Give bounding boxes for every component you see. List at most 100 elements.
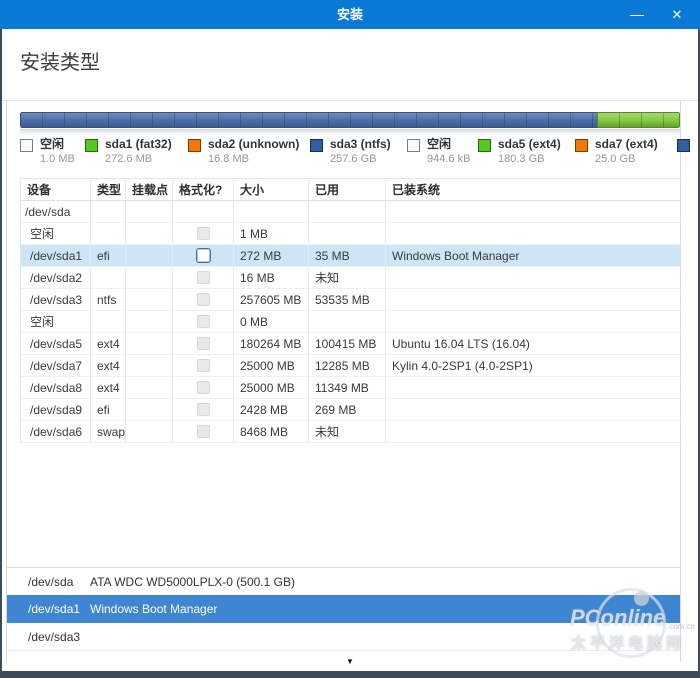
cell-format[interactable] [173, 267, 234, 288]
table-row[interactable]: /dev/sda2 16 MB 未知 [21, 267, 681, 289]
device-list-item[interactable]: /dev/sda3 [7, 623, 680, 651]
scroll-down-icon[interactable]: ▼ [0, 656, 700, 668]
cell-used: 35 MB [309, 245, 386, 266]
format-checkbox[interactable] [196, 359, 210, 372]
cell-mount [126, 355, 173, 376]
format-checkbox[interactable] [196, 271, 210, 284]
column-header-6[interactable]: 已装系统 [386, 179, 681, 200]
column-header-2[interactable]: 挂载点 [126, 179, 173, 200]
legend-name: sda7 (ext4) [595, 137, 658, 151]
format-checkbox[interactable] [196, 425, 210, 438]
cell-format[interactable] [173, 223, 234, 244]
cell-format[interactable] [173, 245, 234, 266]
format-checkbox[interactable] [196, 403, 210, 416]
cell-device: /dev/sda2 [21, 267, 91, 288]
legend-swatch-icon [85, 139, 98, 152]
cell-size: 1 MB [234, 223, 309, 244]
cell-device: /dev/sda7 [21, 355, 91, 376]
page-title: 安装类型 [20, 52, 100, 74]
window-border-bottom [0, 671, 700, 678]
cell-device: 空闲 [21, 311, 91, 332]
legend-size: 180.3 GB [498, 153, 545, 165]
table-row[interactable]: /dev/sda5 ext4 180264 MB 100415 MB Ubuntu 16… [21, 333, 681, 355]
legend-item-1: sda1 (fat32) 272.6 MB [85, 137, 172, 166]
legend-text: sda7 (ext4) 25.0 GB [595, 137, 658, 166]
cell-system [386, 399, 681, 420]
cell-used: 12285 MB [309, 355, 386, 376]
column-header-5[interactable]: 已用 [309, 179, 386, 200]
cell-type [91, 201, 126, 222]
cell-type [91, 311, 126, 332]
legend-item-6: sda7 (ext4) 25.0 GB [575, 137, 658, 166]
cell-format[interactable] [173, 311, 234, 332]
partition-table: 设备 类型 挂载点 格式化? 大小 已用 已装系统 /dev/sda 空闲 1 MB/dev/s… [20, 178, 681, 443]
legend-item-4: 空闲 944.6 kB [407, 137, 470, 166]
cell-format[interactable] [173, 289, 234, 310]
legend-swatch-icon [575, 139, 588, 152]
column-header-4[interactable]: 大小 [234, 179, 309, 200]
cell-mount [126, 311, 173, 332]
legend-item-0: 空闲 1.0 MB [20, 137, 75, 166]
format-checkbox[interactable] [195, 248, 211, 263]
window-border-left [0, 29, 2, 678]
format-checkbox[interactable] [196, 381, 210, 394]
column-header-3[interactable]: 格式化? [173, 179, 234, 200]
table-row[interactable]: /dev/sda [21, 201, 681, 223]
device-description: ATA WDC WD5000LPLX-0 (500.1 GB) [90, 574, 295, 589]
format-checkbox[interactable] [196, 227, 210, 240]
cell-device: 空闲 [21, 223, 91, 244]
format-checkbox[interactable] [196, 337, 210, 350]
table-row[interactable]: 空闲 1 MB [21, 223, 681, 245]
table-row[interactable]: 空闲 0 MB [21, 311, 681, 333]
table-row[interactable]: /dev/sda9 efi 2428 MB 269 MB [21, 399, 681, 421]
cell-format[interactable] [173, 421, 234, 442]
cell-system [386, 289, 681, 310]
cell-used: 未知 [309, 421, 386, 442]
cell-size: 180264 MB [234, 333, 309, 354]
cell-used: 269 MB [309, 399, 386, 420]
table-row[interactable]: /dev/sda3 ntfs 257605 MB 53535 MB [21, 289, 681, 311]
cell-system: Windows Boot Manager [392, 248, 520, 263]
cell-system [386, 421, 681, 442]
cell-system [386, 201, 681, 222]
partition-segment-right-green-region [597, 112, 680, 128]
device-list-item[interactable]: /dev/sda ATA WDC WD5000LPLX-0 (500.1 GB) [7, 567, 680, 595]
cell-mount [126, 289, 173, 310]
column-header-0[interactable]: 设备 [21, 179, 91, 200]
table-row[interactable]: /dev/sda8 ext4 25000 MB 11349 MB [21, 377, 681, 399]
cell-type: ext4 [91, 333, 126, 354]
cell-format[interactable] [173, 399, 234, 420]
cell-format[interactable] [173, 201, 234, 222]
legend-text: 空闲 944.6 kB [427, 137, 470, 166]
close-button[interactable]: ✕ [660, 0, 694, 29]
cell-system: Kylin 4.0-2SP1 (4.0-2SP1) [392, 358, 533, 373]
minimize-button[interactable]: — [620, 0, 654, 29]
cell-mount [126, 223, 173, 244]
cell-system [386, 267, 681, 288]
format-checkbox[interactable] [196, 315, 210, 328]
format-checkbox[interactable] [196, 293, 210, 306]
cell-format[interactable] [173, 355, 234, 376]
table-row[interactable]: /dev/sda6 swap 8468 MB 未知 [21, 421, 681, 443]
cell-used: 53535 MB [309, 289, 386, 310]
cell-size: 25000 MB [234, 377, 309, 398]
cell-size: 257605 MB [234, 289, 309, 310]
cell-size: 0 MB [234, 311, 309, 332]
device-list-item[interactable]: /dev/sda1 Windows Boot Manager [7, 595, 680, 623]
legend-swatch-icon [188, 139, 201, 152]
legend-size: 944.6 kB [427, 153, 471, 165]
legend-text: sda5 (ext4) 180.3 GB [498, 137, 561, 166]
installer-window: 安装 — ✕ 安装类型 空闲 1.0 MB sda1 (fat32) 272.6 MB… [0, 0, 700, 678]
table-row[interactable]: /dev/sda7 ext4 25000 MB 12285 MB Kylin 4.0-2… [21, 355, 681, 377]
cell-mount [126, 333, 173, 354]
cell-type: ext4 [91, 355, 126, 376]
legend-item-5: sda5 (ext4) 180.3 GB [478, 137, 561, 166]
column-header-1[interactable]: 类型 [91, 179, 126, 200]
cell-device: /dev/sda9 [21, 399, 91, 420]
table-row[interactable]: /dev/sda1 efi 272 MB 35 MB Windows Boot Mana… [21, 245, 681, 267]
cell-format[interactable] [173, 333, 234, 354]
legend-swatch-icon [677, 139, 690, 152]
cell-format[interactable] [173, 377, 234, 398]
cell-device: /dev/sda [21, 201, 91, 222]
legend-swatch-icon [310, 139, 323, 152]
